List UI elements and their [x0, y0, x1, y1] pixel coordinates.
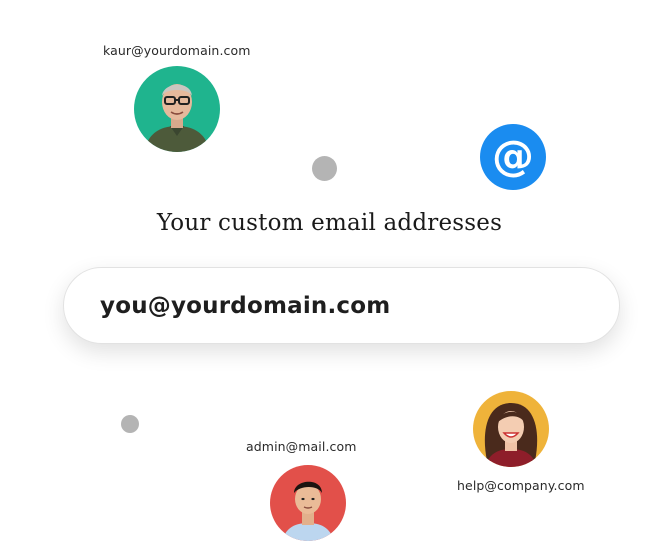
avatar-kaur	[134, 66, 220, 152]
avatar-admin	[270, 465, 346, 541]
headline: Your custom email addresses	[156, 210, 503, 236]
email-label-kaur: kaur@yourdomain.com	[103, 43, 251, 58]
email-input[interactable]: you@yourdomain.com	[63, 267, 620, 344]
at-sign-icon: @	[480, 124, 546, 190]
email-label-admin: admin@mail.com	[246, 439, 357, 454]
email-label-help: help@company.com	[457, 478, 585, 493]
email-input-value: you@yourdomain.com	[100, 292, 391, 319]
avatar-help	[473, 391, 549, 467]
decorative-dot	[312, 156, 337, 181]
decorative-dot	[121, 415, 139, 433]
